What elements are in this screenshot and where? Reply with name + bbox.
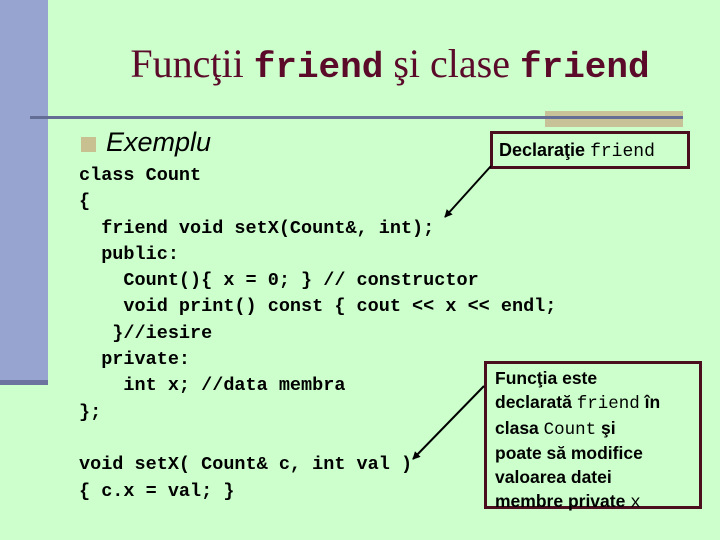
bullet-square-icon: [81, 137, 96, 152]
code-line: void print() const { cout << x << endl;: [79, 296, 557, 318]
code-line: {: [79, 191, 91, 213]
code-line: friend void setX(Count&, int);: [79, 217, 435, 239]
title-text-2: şi clase: [383, 41, 520, 86]
callout-line-1: Funcţia este: [495, 367, 699, 391]
callout-line-3: clasa Count şi: [495, 417, 699, 443]
callout-text: valoarea datei: [495, 467, 612, 488]
callout-declaration-text: Declaraţie: [499, 140, 591, 160]
callout-explanation: Funcţia este declarată friend în clasa C…: [484, 361, 702, 513]
callout-declaration: Declaraţie friend: [490, 131, 690, 169]
accent-bar: [545, 111, 683, 127]
callout-line-5: valoarea datei: [495, 466, 699, 490]
title-text-1: Funcţii: [130, 41, 254, 86]
bullet-text: Exemplu: [106, 127, 212, 157]
title-keyword-1: friend: [253, 47, 384, 88]
code-line: }//iesire: [79, 322, 213, 344]
callout-keyword: Count: [543, 419, 597, 440]
callout-text: în: [639, 391, 661, 412]
callout-declaration-keyword: friend: [590, 142, 655, 162]
callout-line-4: poate să modifice: [495, 442, 699, 466]
slide-title: Funcţii friend şi clase friend: [0, 40, 720, 88]
callout-keyword: friend: [576, 393, 640, 414]
code-line: public:: [79, 243, 179, 265]
callout-text: declarată: [495, 391, 577, 412]
code-line: class Count: [79, 165, 202, 186]
callout-text: clasa: [495, 417, 544, 438]
callout-text: Funcţia este: [495, 368, 598, 388]
title-keyword-2: friend: [519, 47, 650, 88]
callout-line-2: declarată friend în: [495, 391, 699, 417]
sidebar-stripe-edge: [0, 380, 48, 385]
callout-text: şi: [596, 417, 616, 438]
callout-keyword: x: [630, 492, 641, 513]
callout-text: poate să modifice: [495, 443, 643, 464]
code-line: Count(){ x = 0; } // constructor: [79, 270, 479, 292]
callout-text: membre private: [495, 490, 631, 511]
callout-line-6: membre private x: [495, 490, 699, 516]
title-rule: [30, 116, 683, 119]
